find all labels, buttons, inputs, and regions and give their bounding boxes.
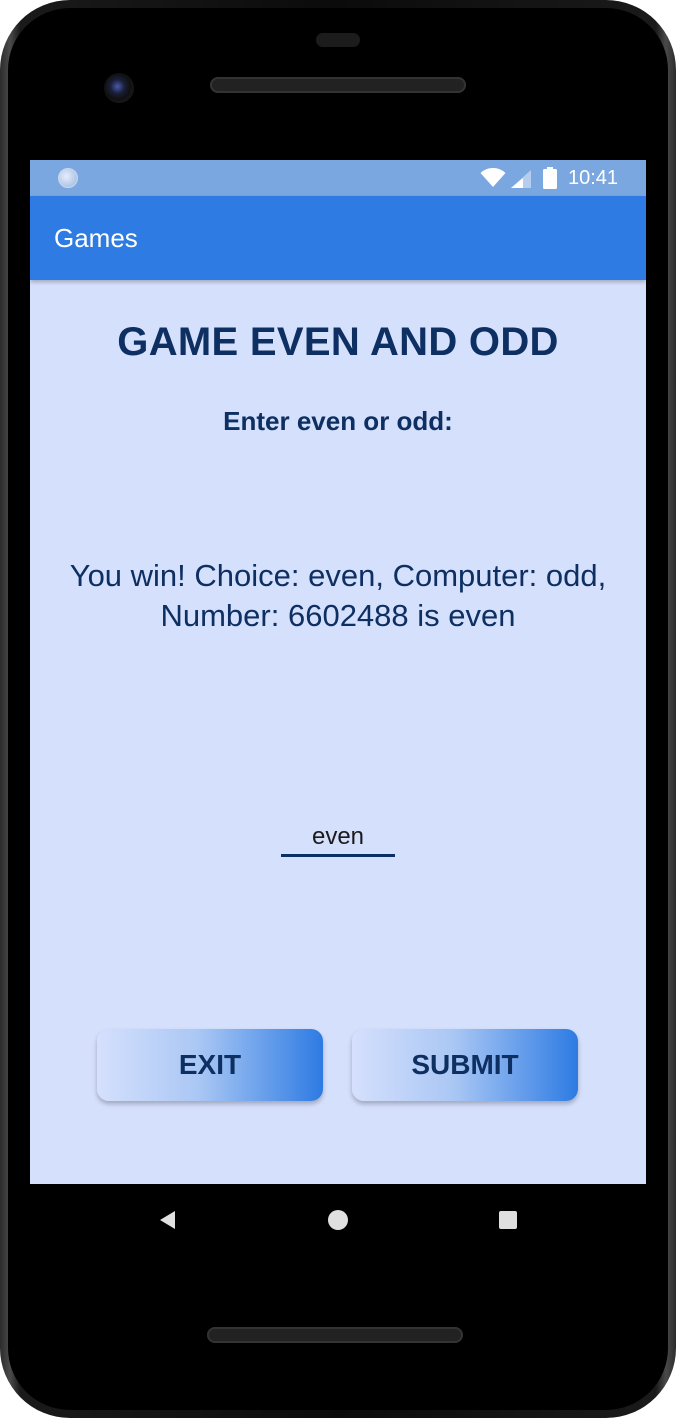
recents-icon[interactable] — [499, 1211, 517, 1229]
bottom-speaker-grille — [207, 1327, 463, 1343]
top-speaker-grille — [210, 77, 466, 93]
result-message: You win! Choice: even, Computer: odd, Nu… — [30, 556, 646, 636]
app-title: Games — [54, 223, 138, 253]
game-title: GAME EVEN AND ODD — [117, 320, 559, 364]
app-bar: Games — [30, 196, 646, 280]
wifi-icon — [480, 168, 506, 187]
phone-frame: 10:41 Games GAME EVEN AND ODD Enter even… — [0, 0, 676, 1418]
result-line-1: You win! Choice: even, Computer: odd, — [69, 558, 607, 593]
status-time: 10:41 — [568, 167, 619, 189]
back-icon[interactable] — [158, 1210, 178, 1230]
screen: 10:41 Games GAME EVEN AND ODD Enter even… — [30, 160, 646, 1184]
battery-icon — [543, 167, 557, 189]
home-icon[interactable] — [328, 1210, 348, 1230]
prompt-label: Enter even or odd: — [223, 406, 453, 436]
choice-input[interactable] — [281, 820, 395, 857]
status-bar: 10:41 — [30, 160, 646, 196]
front-camera — [104, 73, 134, 103]
earpiece — [316, 33, 360, 47]
exit-button[interactable]: EXIT — [97, 1029, 323, 1101]
notification-dot-icon — [58, 168, 78, 188]
cell-signal-icon — [511, 170, 531, 188]
result-line-2: Number: 6602488 is even — [160, 598, 516, 633]
submit-button[interactable]: SUBMIT — [352, 1029, 578, 1101]
navigation-bar — [30, 1184, 646, 1256]
